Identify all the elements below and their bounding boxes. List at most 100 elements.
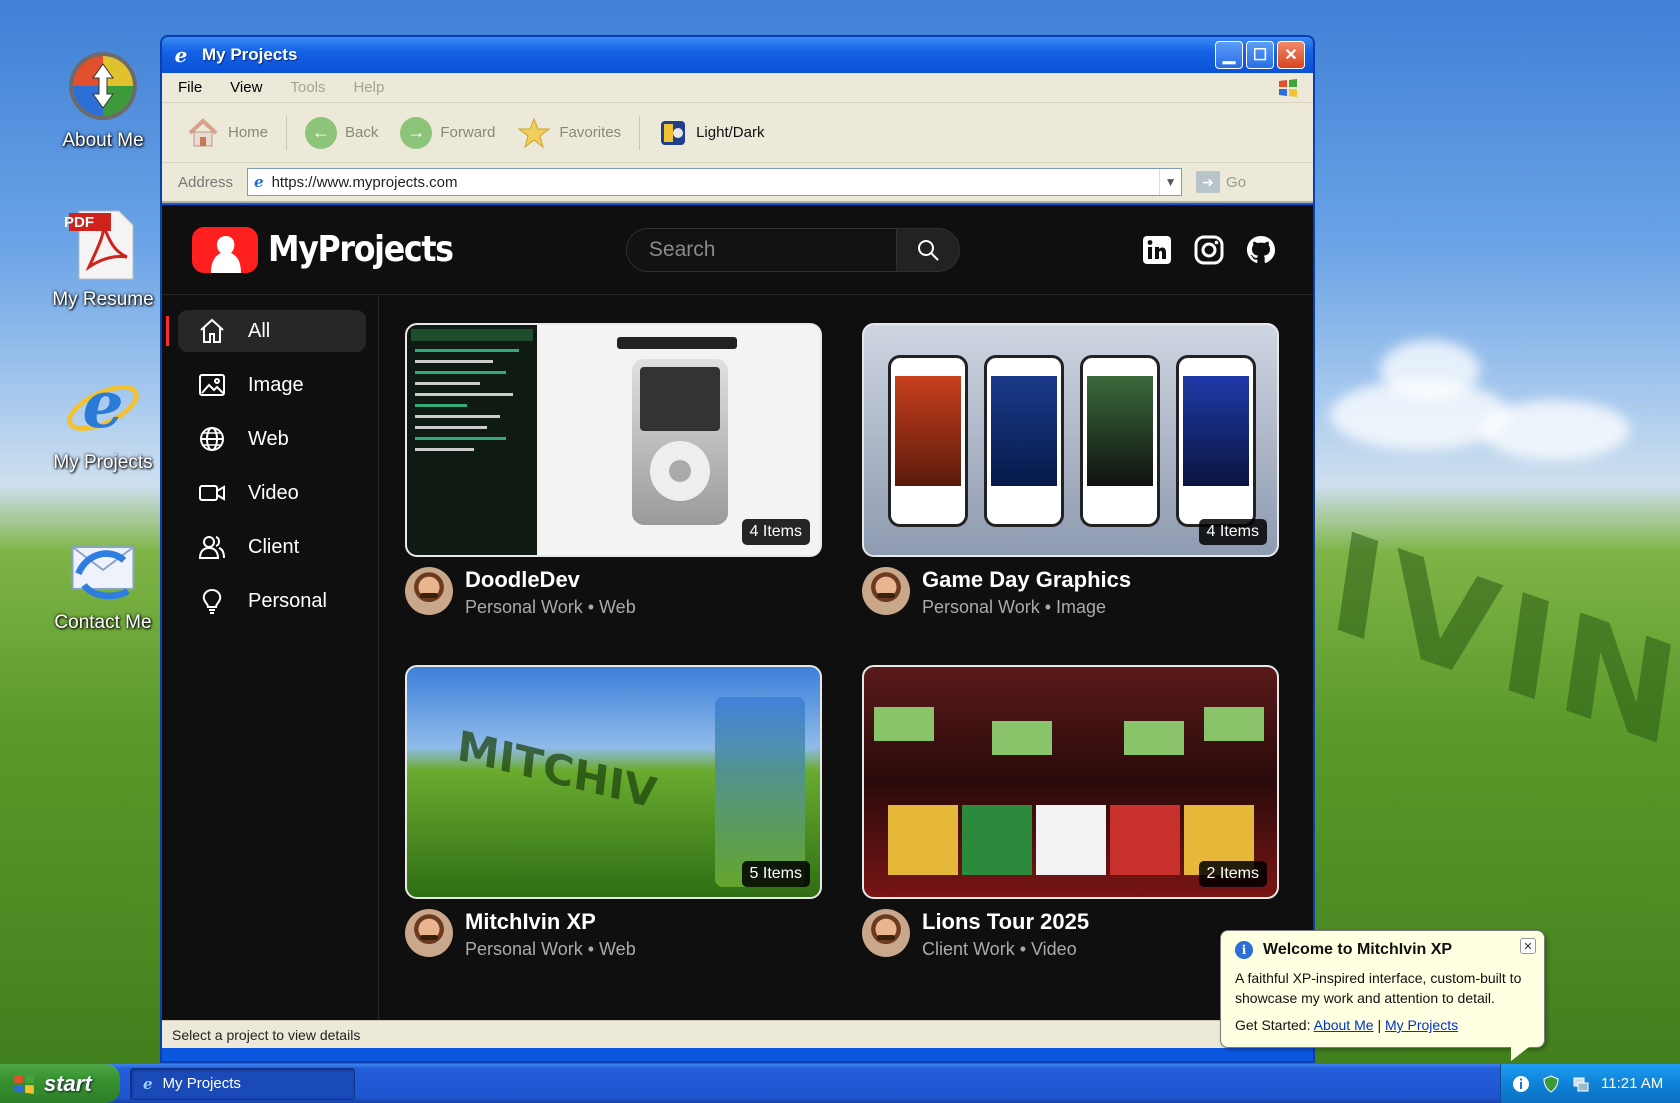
info-icon[interactable]: [1511, 1074, 1531, 1094]
project-card-mitchivin-xp[interactable]: MITCHIV 5 Items MitchIvin XP Personal Wo…: [405, 665, 822, 960]
site-header: MyProjects: [162, 205, 1313, 295]
home-label: Home: [228, 124, 269, 141]
back-arrow-icon: ←: [305, 116, 338, 149]
menu-bar: File View Tools Help: [162, 73, 1313, 103]
sidebar-item-all[interactable]: All: [166, 310, 366, 352]
chevron-down-icon[interactable]: ▼: [1159, 169, 1181, 195]
project-thumbnail[interactable]: 4 Items: [405, 323, 822, 557]
video-camera-icon: [199, 485, 225, 501]
project-thumbnail[interactable]: MITCHIV 5 Items: [405, 665, 822, 899]
system-tray: 11:21 AM: [1500, 1064, 1680, 1103]
code-editor-preview: [407, 325, 537, 555]
project-card-doodledev[interactable]: 4 Items DoodleDev Personal Work • Web: [405, 323, 822, 618]
avatar[interactable]: [405, 909, 453, 957]
pdf-badge: PDF: [64, 214, 94, 231]
avatar[interactable]: [862, 909, 910, 957]
sidebar-item-client[interactable]: Client: [178, 526, 366, 568]
project-title[interactable]: Lions Tour 2025: [922, 909, 1089, 935]
github-icon[interactable]: [1245, 234, 1277, 266]
menu-tools: Tools: [290, 79, 326, 96]
phone-mockup: [1176, 355, 1256, 527]
phone-mockup: [888, 355, 968, 527]
address-url: https://www.myprojects.com: [271, 173, 458, 191]
project-title[interactable]: DoodleDev: [465, 567, 636, 593]
window-titlebar[interactable]: e My Projects ▁ ☐ ✕: [162, 37, 1313, 73]
desktop-icon-about-me[interactable]: About Me: [38, 48, 168, 152]
taskbar-item-my-projects[interactable]: e My Projects: [130, 1067, 355, 1100]
phone-mockup: [984, 355, 1064, 527]
sidebar-item-image[interactable]: Image: [178, 364, 366, 406]
cloud: [1480, 400, 1630, 460]
ipod-illustration: [632, 359, 728, 525]
back-button[interactable]: ← Back: [297, 113, 386, 153]
search-input[interactable]: [625, 227, 896, 272]
svg-text:e: e: [82, 368, 123, 443]
project-card-game-day-graphics[interactable]: 4 Items Game Day Graphics Personal Work …: [862, 323, 1279, 618]
close-button[interactable]: ✕: [1277, 41, 1305, 69]
lightbulb-icon: [202, 588, 222, 614]
desktop-icon-my-projects[interactable]: e My Projects: [38, 368, 168, 474]
sidebar-item-label: Client: [248, 535, 300, 558]
forward-button[interactable]: → Forward: [392, 113, 503, 153]
project-title[interactable]: MitchIvin XP: [465, 909, 636, 935]
project-title[interactable]: Game Day Graphics: [922, 567, 1131, 593]
avatar[interactable]: [405, 567, 453, 615]
forward-label: Forward: [440, 124, 496, 141]
go-button[interactable]: ➔ Go: [1196, 171, 1246, 193]
sidebar-item-personal[interactable]: Personal: [178, 580, 366, 622]
cloud: [1380, 340, 1480, 400]
project-subtitle: Personal Work • Web: [465, 939, 636, 959]
browser-window: e My Projects ▁ ☐ ✕ File View Tools Help…: [160, 35, 1315, 1063]
status-bar: Select a project to view details: [162, 1020, 1313, 1048]
player-photo: [1110, 805, 1180, 875]
light-dark-toggle[interactable]: Light/Dark: [650, 114, 772, 152]
network-icon[interactable]: [1571, 1074, 1591, 1094]
back-label: Back: [345, 124, 379, 141]
search-button[interactable]: [895, 227, 960, 272]
window-preview: [715, 697, 805, 887]
toolbar-separator: [639, 115, 641, 150]
desktop-icon-contact-me[interactable]: Contact Me: [38, 530, 168, 634]
phone-mockup: [1080, 355, 1160, 527]
social-links: [1141, 234, 1277, 266]
about-me-link[interactable]: About Me: [1314, 1017, 1374, 1033]
status-text: Select a project to view details: [172, 1026, 361, 1043]
balloon-close-button[interactable]: ✕: [1520, 938, 1536, 954]
sidebar-item-web[interactable]: Web: [178, 418, 366, 460]
home-button[interactable]: Home: [178, 113, 276, 153]
star-icon: [517, 117, 551, 148]
instagram-icon[interactable]: [1193, 234, 1225, 266]
desktop-icon-label: Contact Me: [54, 612, 152, 633]
minimize-button[interactable]: ▁: [1215, 41, 1243, 69]
my-projects-link[interactable]: My Projects: [1385, 1017, 1458, 1033]
desktop-icon-my-resume[interactable]: My Resume: [38, 207, 168, 311]
start-button[interactable]: start: [0, 1064, 120, 1103]
favorites-button[interactable]: Favorites: [509, 113, 629, 153]
project-card-lions-tour-2025[interactable]: 2 Items Lions Tour 2025 Client Work • Vi…: [862, 665, 1279, 960]
project-subtitle: Personal Work • Image: [922, 597, 1107, 617]
address-field[interactable]: e https://www.myprojects.com ▼: [247, 168, 1183, 196]
notification-balloon: i Welcome to MitchIvin XP ✕ A faithful X…: [1220, 930, 1545, 1061]
security-shield-icon[interactable]: [1541, 1074, 1561, 1094]
brand[interactable]: MyProjects: [192, 226, 478, 273]
taskbar: start e My Projects 11:21 AM: [0, 1064, 1680, 1103]
address-bar: Address e https://www.myprojects.com ▼ ➔…: [162, 163, 1313, 203]
taskbar-item-label: My Projects: [162, 1075, 241, 1092]
internet-explorer-icon: e: [174, 43, 188, 67]
toolbar: Home ← Back → Forward Favorites Light/Da…: [162, 103, 1313, 163]
about-me-icon: [65, 48, 141, 124]
globe-icon: [200, 427, 224, 451]
balloon-body: A faithful XP-inspired interface, custom…: [1235, 970, 1522, 1006]
window-title: My Projects: [202, 45, 298, 64]
search-box: [625, 227, 960, 272]
sidebar-item-video[interactable]: Video: [178, 472, 366, 514]
items-badge: 4 Items: [741, 519, 810, 545]
maximize-button[interactable]: ☐: [1246, 41, 1274, 69]
avatar[interactable]: [862, 567, 910, 615]
project-thumbnail[interactable]: 2 Items: [862, 665, 1279, 899]
linkedin-icon[interactable]: [1141, 234, 1173, 266]
menu-file[interactable]: File: [178, 79, 202, 96]
project-thumbnail[interactable]: 4 Items: [862, 323, 1279, 557]
menu-view[interactable]: View: [230, 79, 262, 96]
home-icon: [200, 318, 224, 343]
